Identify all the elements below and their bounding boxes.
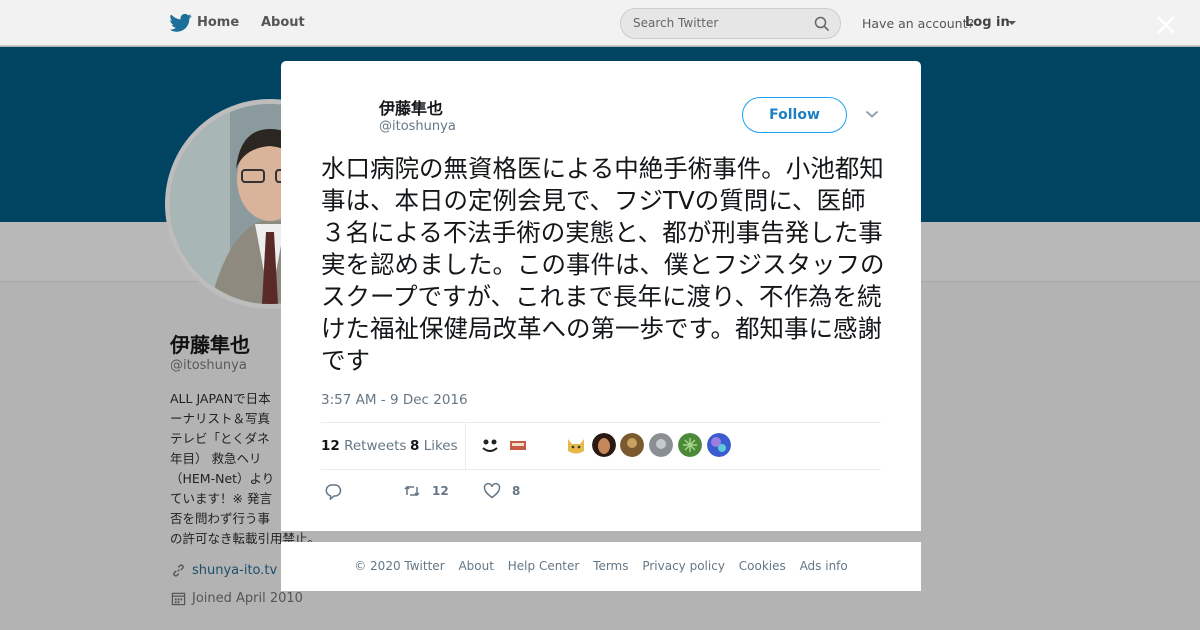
liker-avatar[interactable] [620,433,644,457]
have-account-text: Have an account? [862,16,975,31]
chevron-down-icon[interactable] [865,109,879,119]
link-icon [173,564,184,577]
tweet-author-avatar[interactable] [321,95,369,143]
divider [321,469,881,470]
chevron-down-icon[interactable] [1008,21,1016,25]
tweet-author-handle[interactable]: @itoshunya [379,119,456,134]
liker-avatar[interactable] [678,433,702,457]
likes-stat[interactable]: 8 Likes [410,438,458,454]
tweet-author-name[interactable]: 伊藤隼也 [379,95,443,119]
like-action-count: 8 [512,484,521,498]
liker-avatar[interactable] [564,433,588,457]
footer-link-help-center[interactable]: Help Center [508,559,580,573]
retweets-stat[interactable]: 12 Retweets [321,438,406,454]
profile-website-link[interactable]: shunya-ito.tv [192,563,277,578]
retweet-action-count: 12 [432,484,449,498]
profile-bio: ALL JAPANで日本 ーナリスト＆写真 テレビ「とくダネ 年目） 救急ヘリ … [170,389,321,549]
twitter-bird-icon[interactable] [170,13,192,33]
profile-handle[interactable]: @itoshunya [170,358,247,373]
nav-about-link[interactable]: About [261,15,305,30]
top-navigation-bar: Home About Search Twitter Have an accoun… [0,0,1200,46]
follow-button[interactable]: Follow [742,97,847,133]
bio-line: テレビ「とくダネ [170,431,270,446]
tweet-modal: 伊藤隼也 @itoshunya Follow 水口病院の無資格医による中絶手術事… [281,61,921,531]
bio-line: （HEM-Net）より [170,471,275,486]
footer-link-privacy[interactable]: Privacy policy [642,559,725,573]
footer: © 2020 Twitter About Help Center Terms P… [281,542,921,591]
close-icon[interactable] [1153,12,1179,38]
calendar-icon [171,592,186,606]
tweet-timestamp[interactable]: 3:57 AM - 9 Dec 2016 [321,392,468,408]
search-icon[interactable] [814,16,830,32]
likes-count: 8 [410,438,420,454]
footer-link-cookies[interactable]: Cookies [739,559,786,573]
heart-icon[interactable] [483,482,501,500]
reply-icon[interactable] [324,482,342,500]
liker-avatar[interactable] [478,433,502,457]
likes-label: Likes [423,438,458,454]
retweets-label: Retweets [344,438,407,454]
retweets-count: 12 [321,438,340,454]
login-link[interactable]: Log in [965,15,1010,30]
liker-avatar[interactable] [649,433,673,457]
nav-home-link[interactable]: Home [197,15,239,30]
retweet-icon[interactable] [403,482,421,500]
footer-link-ads-info[interactable]: Ads info [800,559,848,573]
profile-name[interactable]: 伊藤隼也 [170,329,250,358]
footer-links: © 2020 Twitter About Help Center Terms P… [281,559,921,573]
profile-joined-date: Joined April 2010 [192,591,303,606]
footer-copyright: © 2020 Twitter [354,559,445,573]
liker-avatar[interactable] [707,433,731,457]
footer-link-terms[interactable]: Terms [593,559,628,573]
bio-line: ーナリスト＆写真 [170,411,271,426]
divider [321,422,881,423]
bio-line: ています！※ 発言 [170,491,272,506]
bio-line: ALL JAPANで日本 [170,391,271,406]
bio-line: の許可なき転載引用禁止。 [170,531,321,546]
divider [465,423,466,469]
bio-line: 否を問わず行う事 [170,511,271,526]
liker-avatar[interactable] [506,433,530,457]
bio-line: 年目） 救急ヘリ [170,451,262,466]
footer-link-about[interactable]: About [458,559,493,573]
tweet-text: 水口病院の無資格医による中絶手術事件。小池都知事は、本日の定例会見で、フジTVの… [321,154,885,375]
liker-avatar[interactable] [592,433,616,457]
search-input[interactable]: Search Twitter [633,16,718,30]
search-box[interactable]: Search Twitter [620,8,841,39]
